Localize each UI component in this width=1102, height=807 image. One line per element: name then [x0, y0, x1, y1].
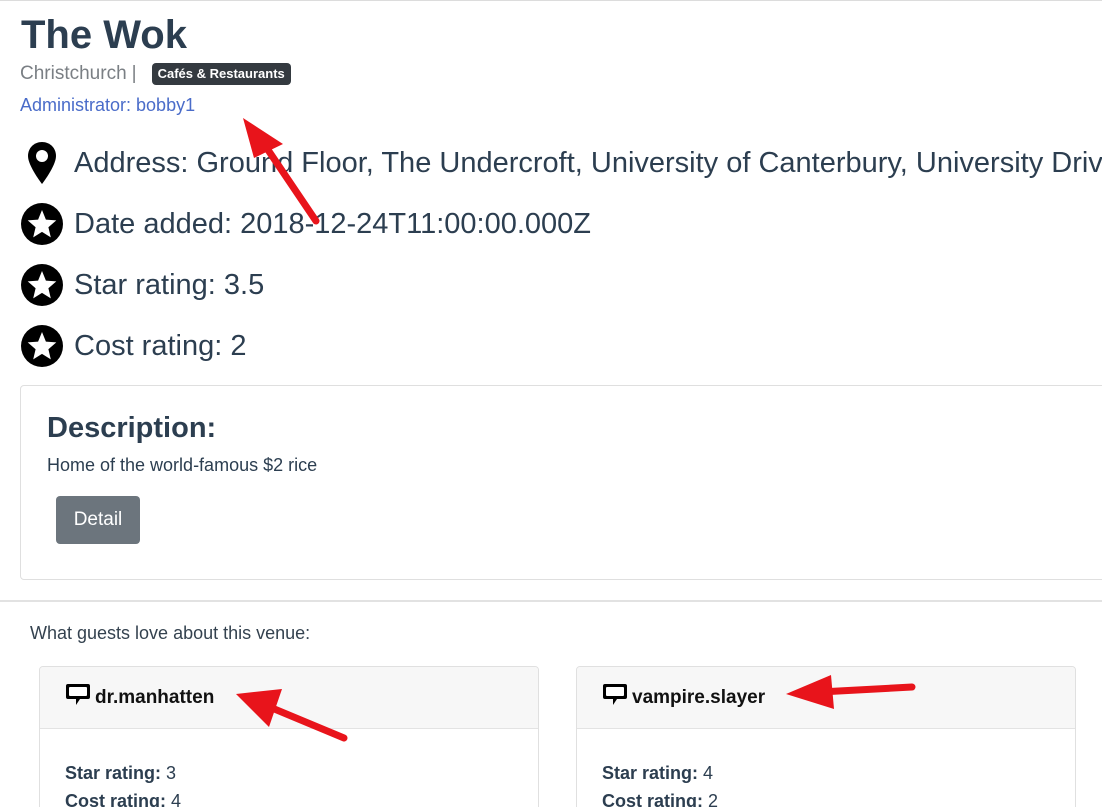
venue-city: Christchurch: [20, 63, 127, 84]
star-circle-icon: [20, 324, 64, 368]
date-added-text: Date added: 2018-12-24T11:00:00.000Z: [74, 207, 592, 240]
cost-rating-row: Cost rating: 2: [20, 323, 246, 369]
star-rating-text: Star rating: 3.5: [74, 268, 265, 301]
reviews-heading: What guests love about this venue:: [30, 623, 311, 643]
review-star-rating: Star rating: 4: [602, 759, 1075, 787]
detail-button[interactable]: Detail: [56, 496, 140, 544]
cost-rating-value: 4: [171, 791, 182, 807]
star-rating-label: Star rating:: [65, 763, 162, 783]
review-body: Star rating: 3 Cost rating: 4: [40, 729, 538, 807]
administrator-link[interactable]: Administrator: bobby1: [20, 95, 195, 116]
meta-separator: |: [131, 63, 137, 84]
star-rating-value: 3: [166, 763, 177, 783]
review-card: vampire.slayer Star rating: 4 Cost ratin…: [576, 666, 1076, 807]
cost-rating-label: Cost rating:: [65, 791, 166, 807]
description-card: Description: Home of the world-famous $2…: [20, 385, 1102, 580]
venue-meta: Christchurch | Cafés & Restaurants: [20, 62, 291, 86]
top-divider: [0, 0, 1102, 1]
review-header: dr.manhatten: [40, 667, 538, 729]
star-rating-value: 4: [703, 763, 714, 783]
location-pin-icon: [20, 141, 64, 185]
review-header: vampire.slayer: [577, 667, 1075, 729]
section-divider: [0, 600, 1102, 602]
description-heading: Description:: [47, 412, 217, 444]
review-cost-rating: Cost rating: 4: [65, 787, 538, 807]
star-circle-icon: [20, 263, 64, 307]
review-body: Star rating: 4 Cost rating: 2: [577, 729, 1075, 807]
address-text: Address: Ground Floor, The Undercroft, U…: [74, 146, 1102, 179]
description-text: Home of the world-famous $2 rice: [47, 455, 318, 475]
review-card: dr.manhatten Star rating: 3 Cost rating:…: [39, 666, 539, 807]
date-added-row: Date added: 2018-12-24T11:00:00.000Z: [20, 201, 591, 247]
review-username: dr.manhatten: [95, 686, 215, 708]
venue-page: The Wok Christchurch | Cafés & Restauran…: [0, 0, 1102, 807]
venue-title: The Wok: [21, 13, 187, 57]
review-cost-rating: Cost rating: 2: [602, 787, 1075, 807]
cost-rating-value: 2: [708, 791, 719, 807]
review-star-rating: Star rating: 3: [65, 759, 538, 787]
speech-bubble-icon: [602, 682, 628, 713]
category-badge: Cafés & Restaurants: [151, 63, 291, 85]
speech-bubble-icon: [65, 682, 91, 713]
cost-rating-text: Cost rating: 2: [74, 329, 247, 362]
star-rating-row: Star rating: 3.5: [20, 262, 264, 308]
star-circle-icon: [20, 202, 64, 246]
review-username: vampire.slayer: [632, 686, 766, 708]
star-rating-label: Star rating:: [602, 763, 699, 783]
cost-rating-label: Cost rating:: [602, 791, 703, 807]
address-row: Address: Ground Floor, The Undercroft, U…: [20, 140, 1102, 186]
